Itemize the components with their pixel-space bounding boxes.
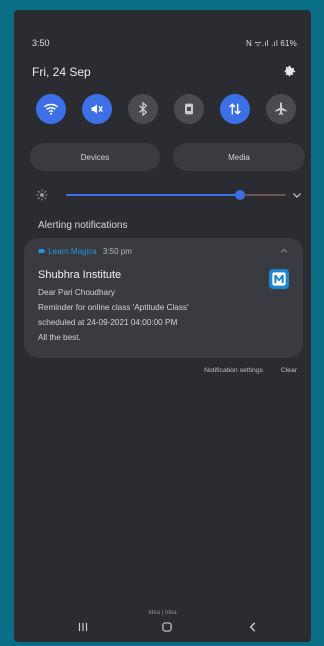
notification-line-2: Reminder for online class 'Aptitude Clas… [38, 303, 189, 312]
home-icon[interactable] [160, 620, 174, 634]
navigation-bar [14, 612, 311, 642]
status-icons: N ᯤ.ıl .ıl 61% [245, 39, 297, 48]
devices-button[interactable]: Devices [30, 143, 160, 171]
device-media-row: Devices Media [30, 143, 305, 171]
mobile-data-icon [229, 103, 241, 115]
status-time: 3:50 [32, 38, 50, 48]
collapse-chevron-icon[interactable] [279, 246, 289, 256]
quick-settings-row [30, 94, 305, 126]
notification-line-3: scheduled at 24-09-2021 04:00:00 PM [38, 318, 178, 327]
notification-time: 3:50 pm [102, 247, 132, 256]
notification-settings-button[interactable]: Notification settings [204, 367, 263, 374]
sound-toggle[interactable] [82, 94, 112, 124]
settings-gear-icon[interactable] [283, 64, 297, 78]
mobile-data-toggle[interactable] [220, 94, 250, 124]
media-button[interactable]: Media [173, 143, 305, 171]
brightness-icon [36, 189, 48, 201]
notification-shade: 3:50 N ᯤ.ıl .ıl 61% Fri, 24 Sep Devices … [14, 10, 311, 642]
back-icon[interactable] [246, 620, 260, 634]
airplane-mode-toggle[interactable] [266, 94, 296, 124]
notification-line-1: Dear Pari Choudhary [38, 288, 115, 297]
recent-apps-icon[interactable] [76, 620, 90, 634]
app-logo-icon [269, 269, 289, 289]
notification-line-4: All the best. [38, 333, 81, 342]
brightness-fill [66, 194, 240, 196]
brightness-control [30, 187, 305, 203]
notification-actions: Notification settings Clear [14, 367, 311, 381]
bluetooth-icon [139, 101, 148, 117]
rotation-lock-toggle[interactable] [174, 94, 204, 124]
alerting-notifications-header: Alerting notifications [38, 220, 128, 231]
date-label: Fri, 24 Sep [32, 65, 91, 79]
notification-app-row: Learn Magica 3:50 pm [38, 247, 132, 256]
airplane-mode-icon [275, 102, 287, 115]
notification-card[interactable]: Learn Magica 3:50 pm Shubhra Institute D… [24, 238, 303, 358]
status-bar: 3:50 N ᯤ.ıl .ıl 61% [14, 10, 311, 48]
brightness-thumb[interactable] [234, 190, 245, 200]
wifi-icon [43, 103, 59, 115]
wifi-toggle[interactable] [36, 94, 66, 124]
app-name: Learn Magica [48, 247, 97, 256]
mute-icon [91, 104, 103, 114]
clear-button[interactable]: Clear [281, 367, 297, 374]
app-small-icon [38, 249, 46, 253]
bluetooth-toggle[interactable] [128, 94, 158, 124]
date-row: Fri, 24 Sep [14, 65, 311, 85]
chevron-down-icon[interactable] [291, 189, 303, 201]
notification-title: Shubhra Institute [38, 269, 122, 281]
brightness-slider[interactable] [66, 190, 286, 200]
rotation-lock-icon [185, 103, 193, 115]
